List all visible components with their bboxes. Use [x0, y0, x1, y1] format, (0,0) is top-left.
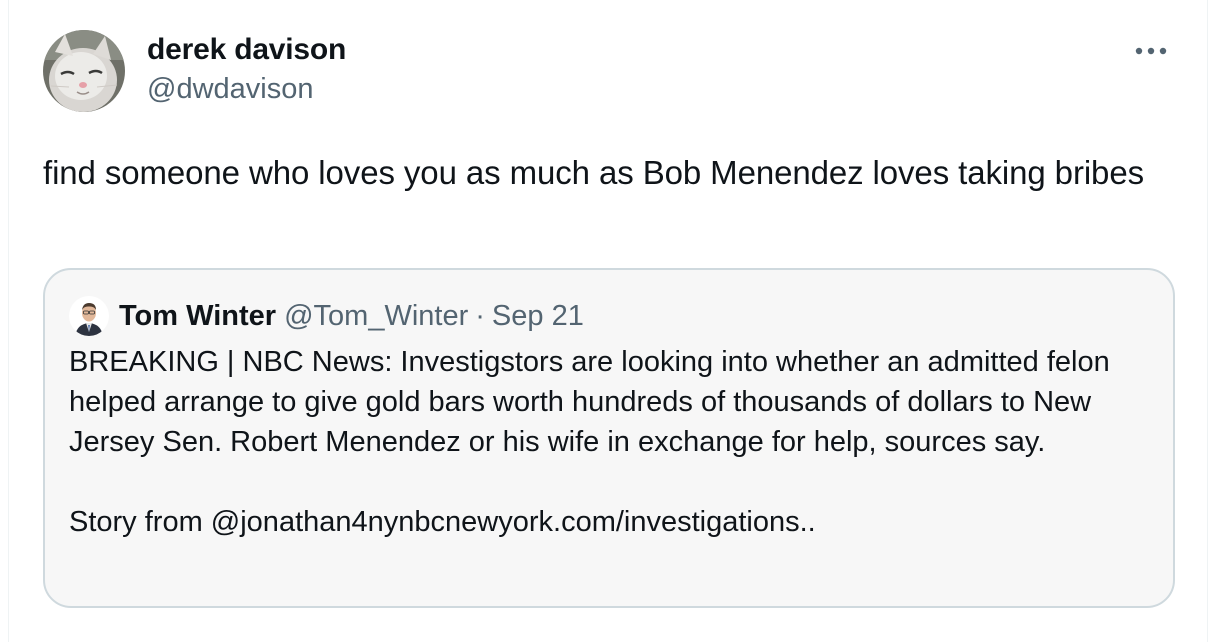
tweet-text: find someone who loves you as much as Bo…: [43, 154, 1144, 191]
quoted-author-handle[interactable]: @Tom_Winter: [284, 300, 468, 333]
more-horizontal-icon: [1135, 47, 1167, 55]
separator-dot: ·: [475, 299, 485, 332]
author-display-name[interactable]: derek davison: [147, 33, 346, 67]
quoted-tweet[interactable]: Tom Winter @Tom_Winter · Sep 21 BREAKING…: [43, 268, 1175, 608]
quoted-paragraph-link: Story from @jonathan4nynbcnewyork.com/in…: [69, 506, 816, 538]
quoted-author-name[interactable]: Tom Winter: [119, 300, 276, 333]
tweet-card: derek davison @dwdavison find someone wh…: [8, 0, 1208, 642]
quoted-tweet-date[interactable]: Sep 21: [492, 300, 584, 333]
quoted-tweet-header: Tom Winter @Tom_Winter · Sep 21: [69, 294, 584, 338]
author-avatar[interactable]: [43, 30, 125, 112]
quoted-tweet-text: BREAKING | NBC News: Investigstors are l…: [69, 342, 1149, 542]
cat-avatar-icon: [43, 30, 125, 112]
more-options-button[interactable]: [1131, 36, 1171, 66]
person-avatar-icon: [69, 296, 109, 336]
quoted-author-avatar[interactable]: [69, 296, 109, 336]
quoted-paragraph: BREAKING | NBC News: Investigstors are l…: [69, 346, 1110, 458]
author-handle[interactable]: @dwdavison: [147, 73, 313, 106]
